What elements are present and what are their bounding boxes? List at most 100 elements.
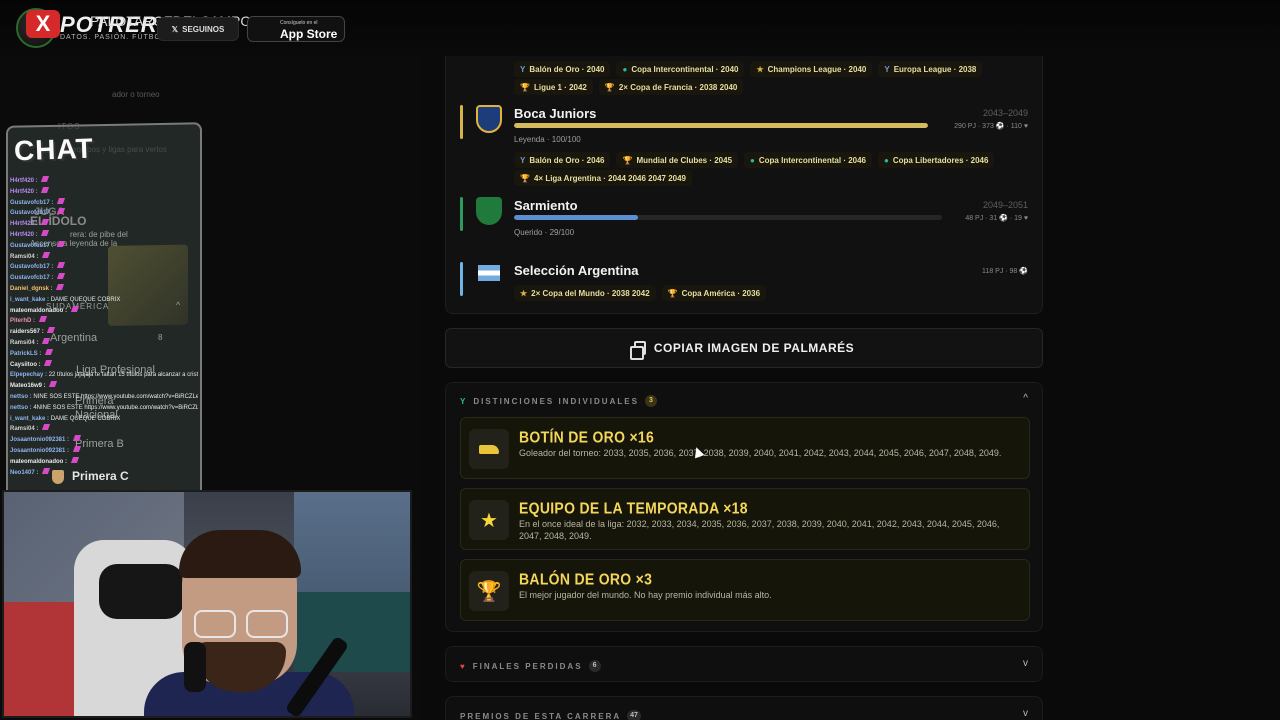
- trophy-chip-label: Balón de Oro · 2040: [529, 64, 605, 74]
- sarmiento-accent-bar: [460, 197, 463, 231]
- lost-finals-header: ♥ FINALES PERDIDAS 6: [460, 660, 601, 672]
- argentina-flag-icon: [478, 265, 500, 281]
- trophy-chip: 🏆 Mundial de Clubes · 2045: [616, 152, 739, 168]
- boca-accent-bar: [460, 105, 463, 139]
- sarmiento-crest-icon: [476, 197, 502, 225]
- emote-icon: [56, 240, 66, 247]
- chat-message: Josaantonio092381 :: [10, 445, 198, 457]
- award-title: BALÓN DE ORO ×3: [519, 570, 653, 588]
- cup-icon: 🏆: [520, 82, 530, 92]
- copy-palmares-button[interactable]: COPIAR IMAGEN DE PALMARÉS: [445, 328, 1043, 368]
- chat-message: Gustavofcb17 :: [10, 273, 198, 284]
- globe-icon: ●: [884, 155, 889, 165]
- trophy-chip: ● Copa Intercontinental · 2046: [744, 152, 873, 168]
- chat-message: PiterhD :: [10, 316, 198, 327]
- app-store-button[interactable]: Consíguelo en el App Store: [247, 16, 345, 42]
- chevron-up-icon[interactable]: ^: [1023, 393, 1028, 404]
- chat-username: nettso :: [10, 393, 34, 400]
- chat-message: Ramsi04 :: [10, 424, 198, 435]
- boca-crest-icon: [476, 105, 502, 133]
- chat-message: Gustavofcb17 :: [10, 197, 198, 209]
- sarmiento-progress-bar: [514, 215, 942, 220]
- team-stats-boca: 290 PJ · 373 ⚽ · 110 ♥: [954, 123, 1028, 130]
- palmares-panel: Y Balón de Oro · 2040 ● Copa Intercontinent…: [445, 46, 1045, 720]
- chat-text: DAME QUEQUE COBRIX: [50, 296, 121, 303]
- boca-trophies-row1: Y Balón de Oro · 2046 🏆 Mundial de Clubes ·…: [514, 152, 1000, 168]
- trophy-chip: ★ Champions League · 2040: [750, 61, 873, 77]
- trophy-icon: Y: [460, 396, 468, 406]
- chat-username: PiterhD :: [10, 318, 37, 325]
- cup-icon: 🏆: [622, 155, 633, 165]
- chat-title: CHAT: [13, 132, 95, 167]
- trophy-chip-label: Ligue 1 · 2042: [533, 82, 587, 92]
- trophy-chip-label: Copa América · 2036: [681, 288, 761, 298]
- emote-icon: [41, 186, 50, 193]
- trophy-chip-label: Copa Intercontinental · 2046: [758, 155, 867, 165]
- emote-icon: [49, 381, 58, 388]
- previous-club-trophies-row1: Y Balón de Oro · 2040 ● Copa Intercontinent…: [514, 61, 988, 77]
- chat-username: H4rtf420 :: [10, 231, 40, 238]
- chat-message: Ramsi04 :: [10, 251, 198, 263]
- award-card: 🏆 BALÓN DE ORO ×3 El mejor jugador del m…: [460, 559, 1030, 621]
- chat-message: H4rtf420 :: [10, 229, 198, 241]
- chat-message: Neo1407 :: [10, 467, 198, 479]
- emote-icon: [38, 316, 47, 323]
- emote-icon: [56, 197, 66, 204]
- chevron-down-icon[interactable]: v: [1023, 658, 1028, 669]
- globe-icon: ●: [750, 155, 755, 165]
- chat-message: raiders567 :: [10, 327, 198, 338]
- emote-icon: [56, 208, 66, 215]
- chat-username: Gustavofcb17 :: [10, 199, 56, 206]
- chat-username: nettso :: [10, 404, 34, 411]
- trophy-chip-label: Balón de Oro · 2046: [529, 155, 605, 165]
- chat-message: Elpepechay : 22 títulos jajajaja te falt…: [10, 370, 198, 381]
- lost-finals-section[interactable]: ♥ FINALES PERDIDAS 6 v: [445, 646, 1043, 682]
- chat-message: Caysiitoo :: [10, 359, 198, 371]
- distinctions-header[interactable]: Y DISTINCIONES INDIVIDUALES 3: [460, 395, 657, 407]
- trophy-chip: Y Europa League · 2038: [878, 61, 983, 77]
- trophy-chip-label: 2× Copa del Mundo · 2038 2042: [531, 288, 650, 298]
- career-awards-section[interactable]: PREMIOS DE ESTA CARRERA 47 v: [445, 696, 1043, 720]
- emote-icon: [56, 262, 66, 269]
- x-icon: 𝕏: [171, 24, 179, 34]
- star-icon: ★: [756, 64, 764, 74]
- emote-icon: [72, 435, 81, 442]
- trophy-chip-label: Copa Intercontinental · 2040: [631, 64, 739, 74]
- team-stats-sarmiento: 48 PJ · 31 ⚽ · 19 ♥: [965, 215, 1028, 222]
- trophy-chip: 🏆 4× Liga Argentina · 2044 2046 2047 2049: [514, 170, 692, 186]
- webcam-cabinet: [4, 602, 74, 716]
- chat-username: Gustavofcb17 :: [10, 275, 56, 282]
- webcam-pillow: [99, 564, 184, 619]
- x-logo-icon: X: [26, 10, 60, 38]
- boot-icon: [469, 429, 509, 469]
- emote-icon: [72, 445, 81, 452]
- sidebar-search-hint: ador o torneo: [112, 90, 160, 99]
- chat-message: H4rtf420 :: [10, 186, 198, 198]
- chevron-down-icon[interactable]: v: [1023, 708, 1028, 719]
- cup-icon: 🏆: [667, 288, 678, 298]
- webcam-glasses-right: [246, 610, 288, 638]
- award-title: EQUIPO DE LA TEMPORADA ×18: [519, 499, 748, 517]
- emote-icon: [56, 273, 66, 280]
- award-card: ★ EQUIPO DE LA TEMPORADA ×18 En el once …: [460, 488, 1030, 550]
- brand-tagline: DATOS. PASIÓN. FÚTBOL.: [60, 34, 169, 41]
- star-icon: ★: [520, 288, 528, 298]
- copy-button-label: COPIAR IMAGEN DE PALMARÉS: [653, 341, 855, 355]
- seleccion-trophies-row: ★ 2× Copa del Mundo · 2038 2042 🏆 Copa Amér…: [514, 285, 772, 301]
- chat-message: Ramsi04 :: [10, 337, 198, 349]
- career-awards-count: 47: [627, 710, 641, 720]
- chat-username: Ramsi04 :: [10, 339, 41, 346]
- trophy-chip-label: 4× Liga Argentina · 2044 2046 2047 2049: [533, 173, 686, 183]
- emote-icon: [41, 251, 51, 258]
- chat-message: Gustavofcb17 :: [10, 208, 198, 219]
- trophy-chip-label: Mundial de Clubes · 2045: [636, 155, 733, 165]
- chat-message: Gustavofcb17 :: [10, 262, 198, 273]
- emote-icon: [47, 327, 56, 334]
- chat-username: Ramsi04 :: [10, 253, 41, 260]
- distinctions-section: Y DISTINCIONES INDIVIDUALES 3 ^ BOTÍN DE…: [445, 382, 1043, 632]
- award-card: BOTÍN DE ORO ×16 Goleador del torneo: 20…: [460, 417, 1030, 479]
- chat-text: NINE SOS ESTE https://www.youtube.com/wa…: [33, 393, 198, 400]
- team-name-seleccion: Selección Argentina: [514, 263, 639, 278]
- follow-button[interactable]: 𝕏 SEGUINOS: [157, 17, 239, 41]
- team-stats-seleccion: 118 PJ · 98 ⚽: [982, 268, 1028, 275]
